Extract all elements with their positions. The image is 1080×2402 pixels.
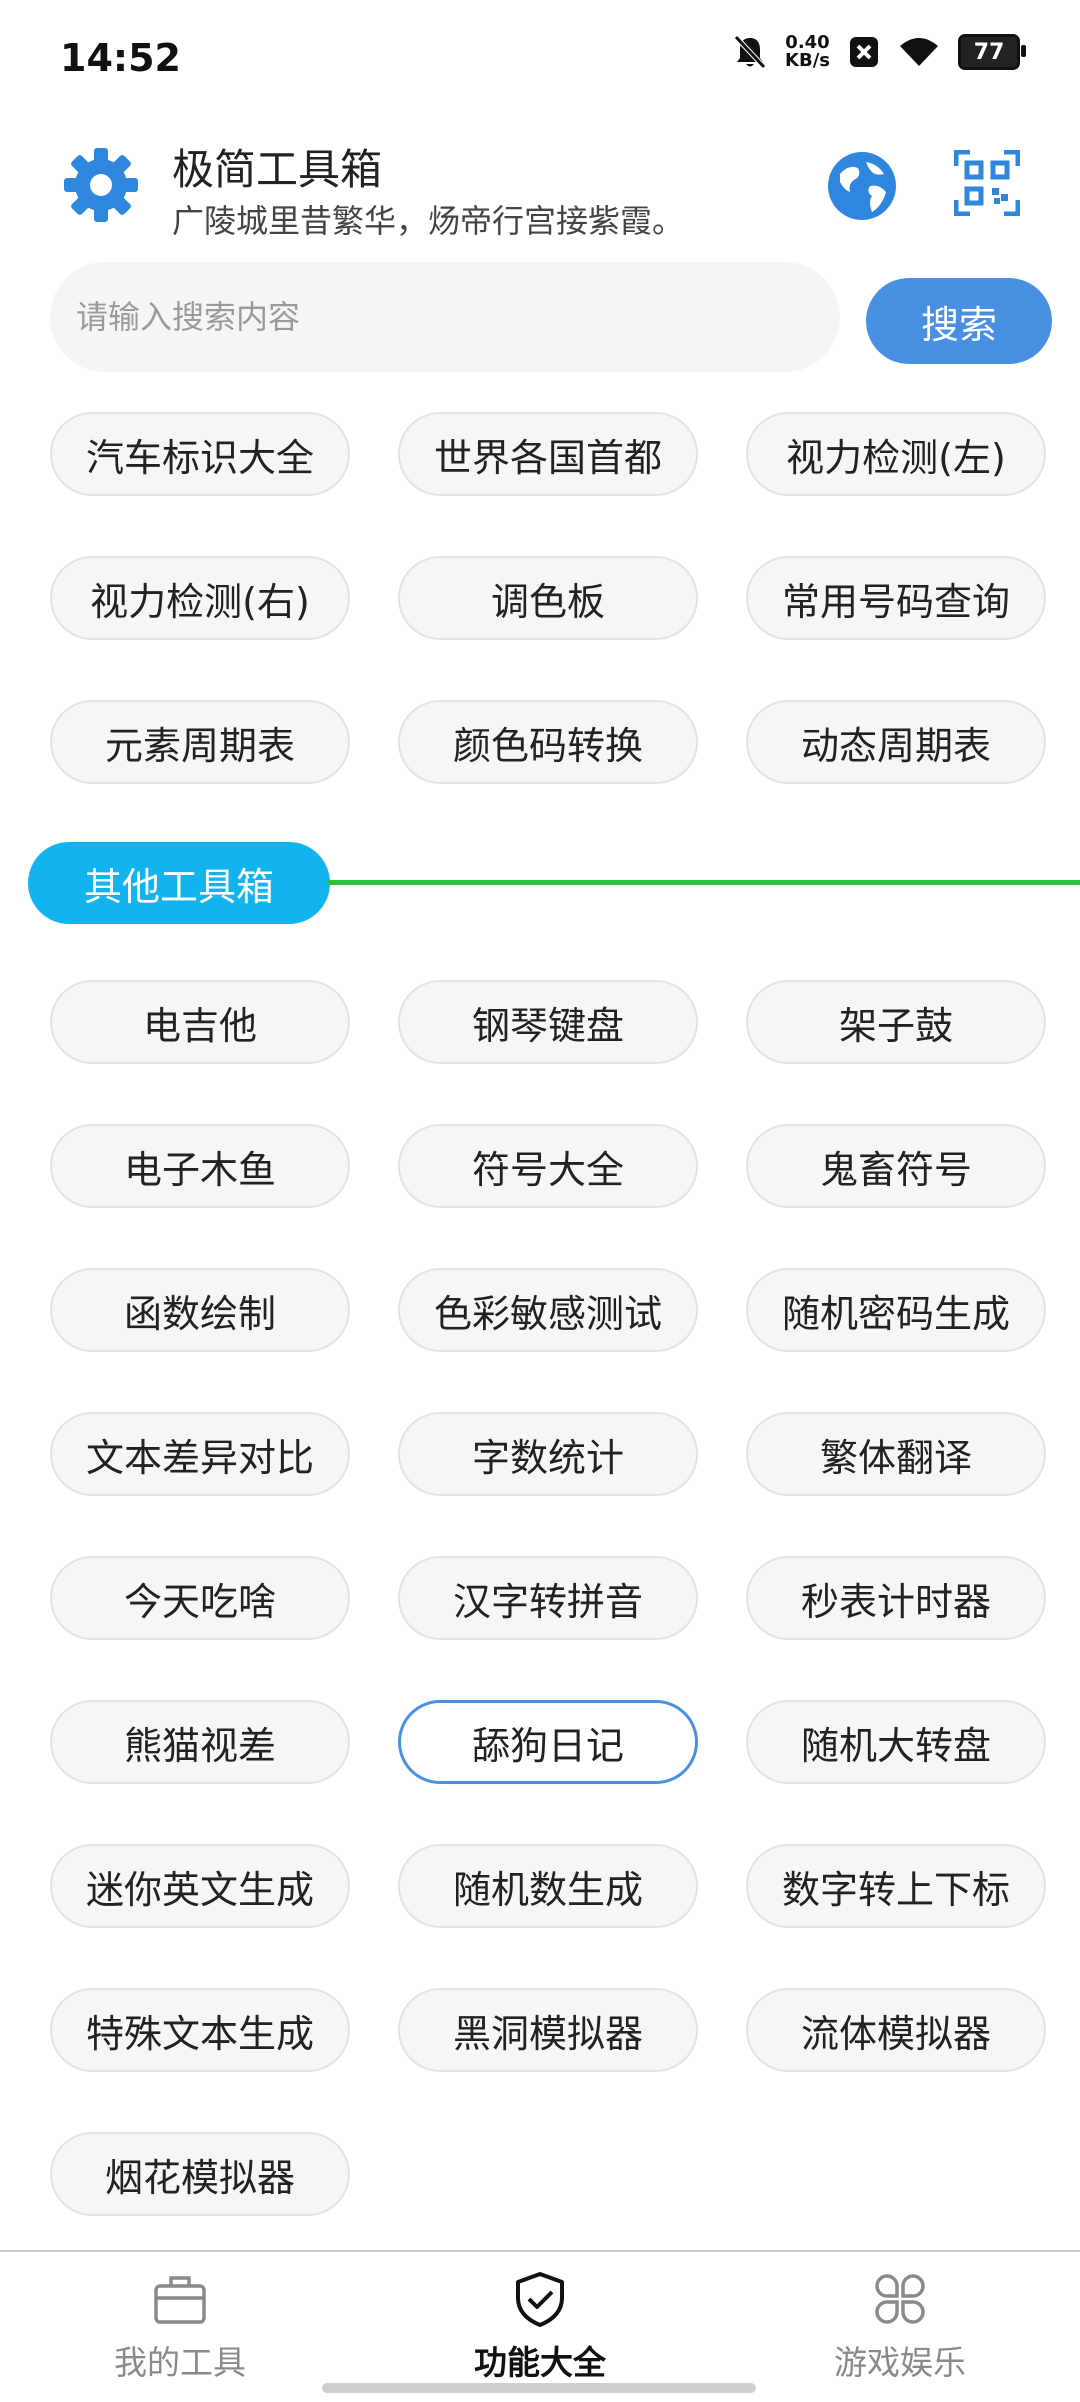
qr-scan-icon[interactable]	[954, 150, 1020, 216]
tool-chip[interactable]: 鬼畜符号	[746, 1124, 1046, 1208]
tool-chip[interactable]: 随机密码生成	[746, 1268, 1046, 1352]
tool-chip[interactable]: 迷你英文生成	[50, 1844, 350, 1928]
tool-chip[interactable]: 今天吃啥	[50, 1556, 350, 1640]
close-badge-icon	[850, 37, 878, 67]
status-icons: 0.40 KB/s 77	[733, 34, 1026, 70]
tool-chip[interactable]: 符号大全	[398, 1124, 698, 1208]
bottom-nav: 我的工具 功能大全 游戏娱乐	[0, 2250, 1080, 2402]
tool-chip[interactable]: 架子鼓	[746, 980, 1046, 1064]
nav-label: 我的工具	[114, 2343, 246, 2382]
status-bar: 14:52 0.40 KB/s 77	[0, 0, 1080, 120]
nav-label: 功能大全	[474, 2343, 606, 2382]
section-divider	[328, 880, 1080, 885]
top-tools-grid: 汽车标识大全 世界各国首都 视力检测(左) 视力检测(右) 调色板 常用号码查询…	[50, 412, 1046, 784]
tool-chip[interactable]: 随机数生成	[398, 1844, 698, 1928]
app-header: 极简工具箱 广陵城里昔繁华，炀帝行宫接紫霞。	[0, 130, 1080, 250]
tool-chip-focused[interactable]: 舔狗日记	[398, 1700, 698, 1784]
wifi-icon	[900, 38, 938, 66]
app-subtitle: 广陵城里昔繁华，炀帝行宫接紫霞。	[172, 202, 685, 240]
tool-chip[interactable]: 视力检测(左)	[746, 412, 1046, 496]
gear-icon[interactable]	[62, 146, 140, 224]
tool-chip[interactable]: 电吉他	[50, 980, 350, 1064]
tool-chip[interactable]: 色彩敏感测试	[398, 1268, 698, 1352]
other-tools-grid: 电吉他 钢琴键盘 架子鼓 电子木鱼 符号大全 鬼畜符号 函数绘制 色彩敏感测试 …	[50, 980, 1046, 2216]
battery-level: 77	[973, 39, 1005, 65]
mute-bell-icon	[734, 35, 766, 69]
search-input[interactable]	[50, 262, 840, 372]
tool-chip[interactable]: 文本差异对比	[50, 1412, 350, 1496]
tool-chip[interactable]: 颜色码转换	[398, 700, 698, 784]
tool-chip[interactable]: 动态周期表	[746, 700, 1046, 784]
tool-chip[interactable]: 随机大转盘	[746, 1700, 1046, 1784]
tool-chip[interactable]: 元素周期表	[50, 700, 350, 784]
toolbox-icon	[154, 2276, 206, 2324]
grid-apps-icon	[875, 2274, 925, 2324]
tool-chip[interactable]: 电子木鱼	[50, 1124, 350, 1208]
tool-chip[interactable]: 常用号码查询	[746, 556, 1046, 640]
home-indicator[interactable]	[322, 2383, 756, 2393]
battery-icon: 77	[958, 34, 1026, 70]
section-title: 其他工具箱	[28, 842, 330, 924]
tool-chip[interactable]: 汉字转拼音	[398, 1556, 698, 1640]
tool-chip[interactable]: 秒表计时器	[746, 1556, 1046, 1640]
tool-chip[interactable]: 字数统计	[398, 1412, 698, 1496]
status-time: 14:52	[60, 36, 181, 80]
tool-chip[interactable]: 钢琴键盘	[398, 980, 698, 1064]
search-button[interactable]: 搜索	[866, 278, 1052, 364]
net-speed: 0.40 KB/s	[785, 34, 830, 70]
nav-item-games[interactable]: 游戏娱乐	[750, 2270, 1050, 2382]
tool-chip[interactable]: 烟花模拟器	[50, 2132, 350, 2216]
tool-chip[interactable]: 汽车标识大全	[50, 412, 350, 496]
tool-chip[interactable]: 视力检测(右)	[50, 556, 350, 640]
tool-chip[interactable]: 数字转上下标	[746, 1844, 1046, 1928]
nav-label: 游戏娱乐	[834, 2343, 966, 2382]
tool-chip[interactable]: 黑洞模拟器	[398, 1988, 698, 2072]
net-speed-unit: KB/s	[785, 50, 830, 71]
tool-chip[interactable]: 调色板	[398, 556, 698, 640]
tool-chip[interactable]: 函数绘制	[50, 1268, 350, 1352]
tool-chip[interactable]: 特殊文本生成	[50, 1988, 350, 2072]
search-row: 搜索	[50, 262, 1052, 380]
section-header: 其他工具箱	[28, 842, 1080, 928]
nav-item-my-tools[interactable]: 我的工具	[30, 2270, 330, 2382]
tool-chip[interactable]: 流体模拟器	[746, 1988, 1046, 2072]
app-title: 极简工具箱	[172, 145, 383, 194]
globe-icon[interactable]	[826, 150, 898, 222]
tool-chip[interactable]: 繁体翻译	[746, 1412, 1046, 1496]
tool-chip[interactable]: 世界各国首都	[398, 412, 698, 496]
shield-check-icon	[516, 2272, 564, 2327]
tool-chip[interactable]: 熊猫视差	[50, 1700, 350, 1784]
nav-item-all-features[interactable]: 功能大全	[390, 2270, 690, 2382]
